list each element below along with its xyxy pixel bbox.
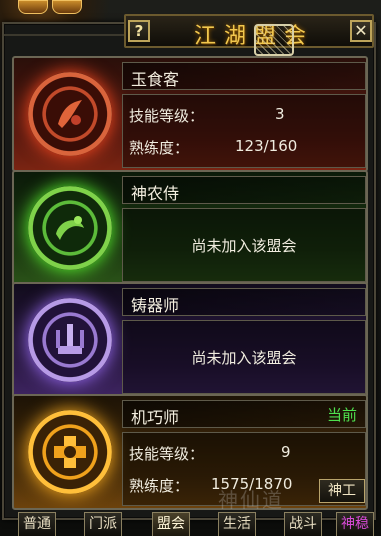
guild-name: 铸器师 xyxy=(131,296,180,315)
current-badge: 当前 xyxy=(326,406,357,424)
guild-name: 玉食客 xyxy=(131,70,180,89)
proficiency-value: 123/160 xyxy=(235,137,298,155)
tab-sect[interactable]: 门派 xyxy=(84,512,122,536)
tab-special[interactable]: 神稳 xyxy=(336,512,374,536)
skill-level-row: 技能等级： 3 xyxy=(129,105,285,126)
skill-level-value: 3 xyxy=(275,105,285,123)
mechanist-emblem-icon xyxy=(28,410,112,494)
guild-name-bar: 机巧师 当前 xyxy=(122,400,366,428)
tab-guild[interactable]: 盟会 xyxy=(152,512,190,536)
skill-level-label: 技能等级： xyxy=(129,107,205,125)
proficiency-row: 熟练度： 1575/1870 xyxy=(129,475,292,496)
tab-normal[interactable]: 普通 xyxy=(18,512,56,536)
not-joined-status: 尚未加入该盟会 xyxy=(191,237,297,255)
guild-card-mechanist[interactable]: 机巧师 当前 技能等级： 9 熟练度： 1575/1870 神工 xyxy=(12,394,368,510)
tab-life[interactable]: 生活 xyxy=(218,512,256,536)
tab-battle[interactable]: 战斗 xyxy=(284,512,322,536)
guild-card-smith[interactable]: 铸器师 尚未加入该盟会 xyxy=(12,282,368,398)
not-joined-status: 尚未加入该盟会 xyxy=(191,349,297,367)
guild-name: 神农侍 xyxy=(131,184,180,203)
proficiency-label: 熟练度： xyxy=(129,477,190,495)
chat-tab-bar: 普通 门派 盟会 生活 战斗 神稳 xyxy=(12,508,381,536)
skill-level-label: 技能等级： xyxy=(129,445,205,463)
guild-info: 尚未加入该盟会 xyxy=(122,208,366,282)
top-lock-button[interactable] xyxy=(52,0,82,14)
guild-name-bar: 铸器师 xyxy=(122,288,366,316)
smith-emblem-icon xyxy=(28,298,112,382)
close-button[interactable]: ✕ xyxy=(350,20,372,42)
guild-info: 尚未加入该盟会 xyxy=(122,320,366,394)
guild-card-chef[interactable]: 玉食客 技能等级： 3 熟练度： 123/160 xyxy=(12,56,368,172)
top-menu-button[interactable] xyxy=(18,0,48,14)
chef-emblem-icon xyxy=(28,72,112,156)
proficiency-row: 熟练度： 123/160 xyxy=(129,137,297,158)
divine-craft-button[interactable]: 神工 xyxy=(319,479,365,503)
guild-card-herbalist[interactable]: 神农侍 尚未加入该盟会 xyxy=(12,170,368,286)
proficiency-label: 熟练度： xyxy=(129,139,190,157)
herbalist-emblem-icon xyxy=(28,186,112,270)
skill-level-value: 9 xyxy=(281,443,291,461)
skill-level-row: 技能等级： 9 xyxy=(129,443,291,464)
chinese-knot-icon xyxy=(254,24,294,56)
guild-name: 机巧师 xyxy=(131,408,180,427)
guild-info: 技能等级： 3 熟练度： 123/160 xyxy=(122,94,366,168)
help-button[interactable]: ? xyxy=(128,20,150,42)
guild-name-bar: 玉食客 xyxy=(122,62,366,90)
guild-name-bar: 神农侍 xyxy=(122,176,366,204)
